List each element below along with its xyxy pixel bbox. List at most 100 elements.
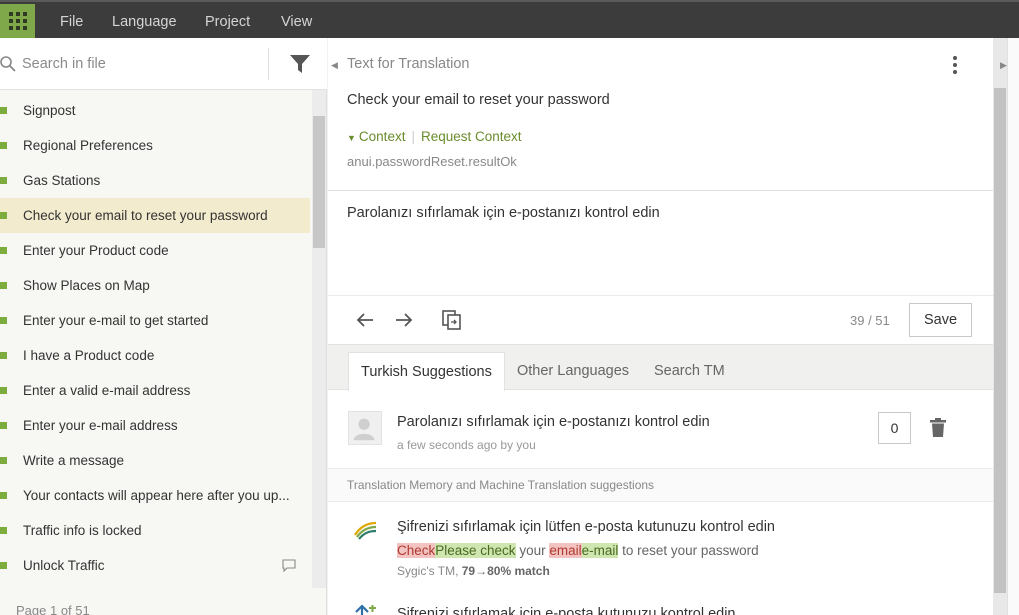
tm-match-meta: Sygic's TM, 79→80% match [397,564,550,578]
list-item-label: Show Places on Map [23,278,150,293]
more-options-icon[interactable] [949,55,961,75]
string-list: Signpost Regional Preferences Gas Statio… [0,93,310,583]
list-item-label: Gas Stations [23,173,101,188]
tab-turkish-suggestions[interactable]: Turkish Suggestions [348,352,505,391]
list-item[interactable]: Signpost [0,93,310,128]
diff-deleted: Check [397,543,436,558]
status-dot [0,212,7,219]
status-dot [0,562,7,569]
status-dot [0,422,7,429]
trash-icon[interactable] [929,418,947,438]
string-key: anui.passwordReset.resultOk [347,154,517,169]
list-item[interactable]: Gas Stations [0,163,310,198]
top-menu-bar: File Language Project View [0,0,1019,38]
list-item-label: Write a message [23,453,125,468]
status-dot [0,317,7,324]
list-item-label: Signpost [23,103,76,118]
list-scrollbar-thumb[interactable] [313,116,325,248]
collapse-left-icon[interactable]: ◀ [331,60,338,71]
menu-file[interactable]: File [60,2,83,40]
tab-search-tm[interactable]: Search TM [642,352,737,390]
list-item[interactable]: Write a message [0,443,310,478]
list-item-label: Traffic info is locked [23,523,142,538]
list-item-selected[interactable]: Check your email to reset your password [0,198,310,233]
list-item-label: Enter your Product code [23,243,169,258]
menu-language[interactable]: Language [112,2,177,40]
vote-count[interactable]: 0 [878,412,911,444]
list-item-label: Unlock Traffic [23,558,105,573]
string-counter: 39 / 51 [850,313,890,328]
sygic-tm-logo-icon [354,521,377,540]
tm-source-name: Sygic's TM, [397,564,462,578]
expand-right-icon[interactable]: ▶ [1000,60,1007,71]
context-links: ▼ Context | Request Context [347,129,522,144]
list-item[interactable]: Show Places on Map [0,268,310,303]
context-toggle[interactable]: Context [359,129,406,144]
tm-suggestion-text[interactable]: Şifrenizi sıfırlamak için lütfen e-posta… [397,519,775,535]
status-dot [0,492,7,499]
list-item-label: Check your email to reset your password [23,208,268,223]
diff-unchanged: your [515,543,550,558]
list-item-label: Enter your e-mail address [23,418,178,433]
list-item-label: Enter your e-mail to get started [23,313,209,328]
status-dot [0,107,7,114]
status-dot [0,457,7,464]
list-item[interactable]: I have a Product code [0,338,310,373]
mt-suggestion-text[interactable]: Şifrenizi sıfırlamak için e-posta kutunu… [397,606,736,615]
list-item-label: Your contacts will appear here after you… [23,488,290,503]
page-indicator: Page 1 of 51 [16,603,90,615]
right-collapsed-panel [1007,38,1019,615]
list-item-label: Enter a valid e-mail address [23,383,191,398]
next-string-icon[interactable] [393,309,415,331]
suggestion-text[interactable]: Parolanızı sıfırlamak için e-postanızı k… [397,414,710,430]
source-text: Check your email to reset your password [347,92,610,108]
user-icon [353,418,375,441]
editor-scrollbar-thumb[interactable] [994,88,1006,593]
machine-translation-icon [355,604,376,615]
status-dot [0,352,7,359]
context-toggle-icon[interactable]: ▼ [347,133,356,143]
request-context-link[interactable]: Request Context [421,129,522,144]
diff-deleted: email [549,543,582,558]
list-item[interactable]: Your contacts will appear here after you… [0,478,310,513]
apps-grid-icon[interactable] [0,4,35,38]
status-dot [0,177,7,184]
toolbar-divider [328,295,993,296]
list-item-label: Regional Preferences [23,138,153,153]
status-dot [0,282,7,289]
save-button[interactable]: Save [909,303,972,337]
list-item[interactable]: Enter your e-mail to get started [0,303,310,338]
search-bar [0,38,327,90]
strings-panel: Signpost Regional Preferences Gas Statio… [0,38,327,615]
suggestion-meta: a few seconds ago by you [397,438,536,452]
list-item[interactable]: Regional Preferences [0,128,310,163]
list-item[interactable]: Enter a valid e-mail address [0,373,310,408]
search-icon [0,56,16,72]
diff-unchanged: to reset your password [618,543,759,558]
search-input[interactable] [22,50,262,78]
status-dot [0,387,7,394]
avatar [348,411,382,445]
diff-inserted: Please check [435,543,516,558]
list-item-label: I have a Product code [23,348,155,363]
list-item[interactable]: Unlock Traffic [0,548,310,583]
menu-project[interactable]: Project [205,2,250,40]
translation-input[interactable]: Parolanızı sıfırlamak için e-postanızı k… [347,205,660,221]
list-item[interactable]: Enter your e-mail address [0,408,310,443]
filter-icon[interactable] [289,53,311,75]
list-item[interactable]: Enter your Product code [0,233,310,268]
editor-divider [328,190,993,191]
status-dot [0,142,7,149]
copy-source-icon[interactable] [441,309,463,331]
comment-icon[interactable] [282,559,296,572]
tm-section-label: Translation Memory and Machine Translati… [347,478,655,492]
search-divider [268,48,269,80]
diff-inserted: e-mail [581,543,619,558]
tm-source-diff: CheckPlease check your emaile-mail to re… [397,543,759,558]
status-dot [0,527,7,534]
previous-string-icon[interactable] [354,309,376,331]
menu-view[interactable]: View [281,2,312,40]
list-item[interactable]: Traffic info is locked [0,513,310,548]
tab-other-languages[interactable]: Other Languages [505,352,641,390]
editor-header-title: Text for Translation [347,56,470,72]
